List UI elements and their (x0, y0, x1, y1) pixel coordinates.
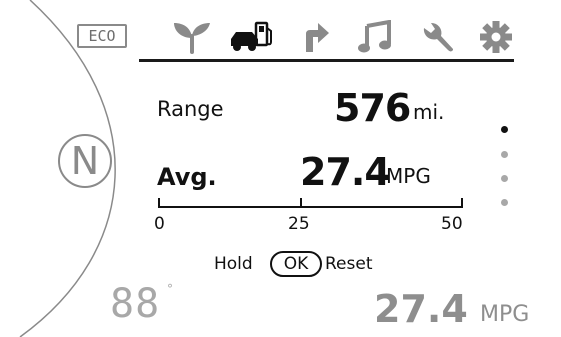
scale-label-min: 0 (154, 214, 165, 234)
menu-divider (139, 59, 514, 62)
average-unit: MPG (386, 164, 431, 188)
bottom-mpg-value: 27.4 (374, 287, 468, 331)
page-dot-active (501, 126, 508, 133)
reset-text: Reset (325, 254, 373, 274)
average-label: Avg. (157, 163, 217, 191)
outside-temperature: 88 (110, 281, 161, 327)
music-note-icon[interactable] (357, 20, 393, 54)
gear-position-indicator: N (58, 134, 112, 188)
wrench-icon[interactable] (420, 20, 454, 54)
average-value: 27.4 (300, 150, 391, 194)
scale-tick-middle (300, 198, 302, 208)
range-value: 576 (334, 86, 411, 130)
temperature-unit: ° (167, 282, 173, 296)
scale-tick-start (158, 198, 160, 208)
settings-gear-icon[interactable] (478, 20, 514, 54)
scale-tick-end (461, 198, 463, 208)
turn-arrow-icon[interactable] (300, 20, 332, 54)
cluster-screen: N ECO Range 576 mi. Avg. 27.4 MPG 0 25 5… (0, 0, 561, 337)
ok-button-glyph: OK (270, 251, 322, 277)
hold-text: Hold (214, 254, 253, 274)
bottom-mpg-unit: MPG (480, 302, 530, 327)
scale-label-max: 50 (441, 214, 463, 234)
scale-label-mid: 25 (288, 214, 310, 234)
page-dot (501, 175, 508, 182)
page-dot (501, 199, 508, 206)
range-label: Range (157, 97, 224, 121)
car-fuel-icon[interactable] (228, 20, 276, 54)
leaf-icon[interactable] (170, 20, 214, 54)
mpg-scale-bar (158, 206, 463, 208)
page-dot (501, 151, 508, 158)
range-unit: mi. (413, 100, 445, 124)
eco-mode-badge: ECO (77, 24, 127, 48)
